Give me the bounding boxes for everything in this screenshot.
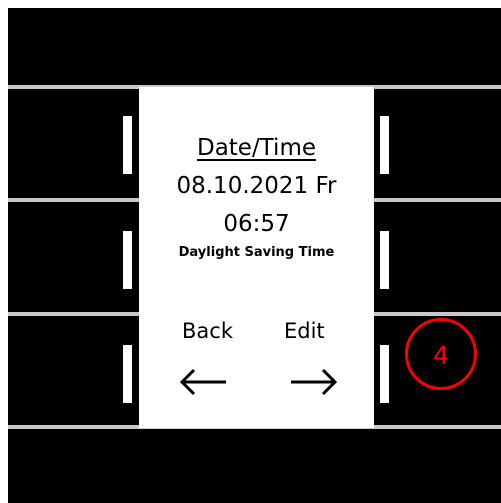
arrow-right-icon[interactable]: [289, 367, 339, 397]
right-button-3[interactable]: [380, 345, 389, 403]
edit-softkey-label[interactable]: Edit: [284, 319, 325, 343]
device-panel: Date/Time 08.10.2021 Fr 06:57 Daylight S…: [8, 8, 501, 503]
left-button-2[interactable]: [123, 231, 132, 289]
arrow-left-icon[interactable]: [178, 367, 228, 397]
right-button-1[interactable]: [380, 116, 389, 174]
screen-title: Date/Time: [196, 135, 316, 161]
callout-badge: 4: [405, 318, 477, 390]
dst-label: Daylight Saving Time: [178, 245, 335, 260]
left-button-1[interactable]: [123, 116, 132, 174]
left-button-3[interactable]: [123, 345, 132, 403]
callout-number: 4: [433, 341, 449, 370]
back-softkey-label[interactable]: Back: [182, 319, 233, 343]
date-value: 08.10.2021 Fr: [176, 173, 337, 199]
time-value: 06:57: [223, 211, 290, 237]
right-button-2[interactable]: [380, 231, 389, 289]
lcd-screen: Date/Time 08.10.2021 Fr 06:57 Daylight S…: [139, 87, 374, 428]
